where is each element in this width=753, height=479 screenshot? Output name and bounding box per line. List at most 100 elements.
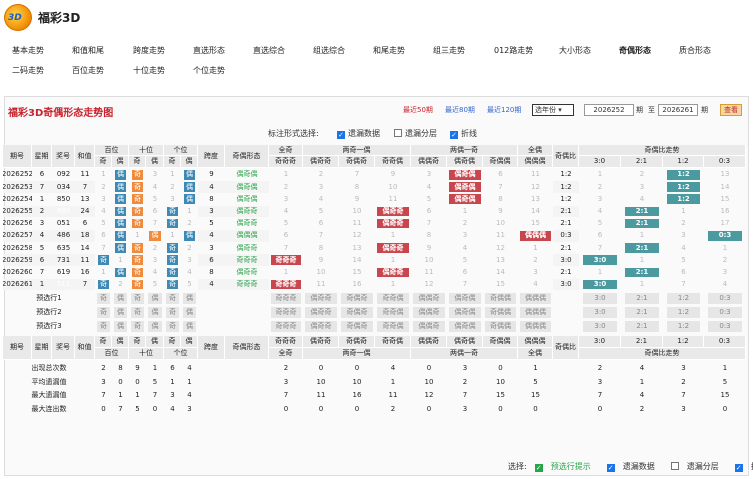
predict-cell[interactable]: 奇	[97, 307, 110, 318]
col-header-shi: 十位	[129, 145, 164, 156]
predict-cell[interactable]: 偶	[114, 293, 127, 304]
predict-cell[interactable]: 奇偶偶	[485, 321, 516, 332]
year-select[interactable]: 选年份 ▾	[532, 104, 574, 116]
nav-item[interactable]: 基本走势	[12, 45, 44, 56]
nav-item[interactable]: 跨度走势	[133, 45, 165, 56]
predict-cell[interactable]: 2:1	[625, 293, 659, 304]
col-header-issue[interactable]: 期号	[3, 145, 32, 168]
predict-cell[interactable]: 奇奇奇	[271, 307, 301, 318]
to-period-input[interactable]: 2026261	[658, 104, 698, 116]
predict-cell[interactable]: 1:2	[667, 307, 700, 318]
predict-cell[interactable]: 奇偶偶	[485, 293, 516, 304]
option-missing-data[interactable]: ✓ 遗漏数据	[337, 128, 380, 139]
table-cell: 3	[152, 170, 158, 179]
footer-option[interactable]: ✓ 预选行提示	[534, 462, 599, 472]
app-logo[interactable]: 3D	[4, 4, 32, 31]
predict-cell[interactable]: 2:1	[625, 321, 659, 332]
predict-cell[interactable]: 偶	[148, 293, 162, 304]
trend-table: 期号 星期 奖号 和值 百位 十位 个位奇偶奇偶奇偶跨度 奇偶形态 全奇 两奇一偶 两偶一奇 全偶 奇偶…	[3, 145, 748, 453]
recent-120-link[interactable]: 最近120期	[487, 105, 521, 115]
nav-item[interactable]: 和值和尾	[72, 45, 104, 56]
nav-item[interactable]: 个位走势	[193, 65, 225, 76]
predict-cell[interactable]: 偶偶偶	[520, 321, 551, 332]
recent-50-link[interactable]: 最近50期	[403, 105, 433, 115]
nav-item[interactable]: 组三走势	[433, 45, 465, 56]
nav-item[interactable]: 和尾走势	[373, 45, 405, 56]
option-missing-layer[interactable]: 遗漏分层	[394, 128, 437, 139]
nav-item[interactable]: 大小形态	[559, 45, 591, 56]
recent-80-link[interactable]: 最近80期	[445, 105, 475, 115]
predict-cell[interactable]: 奇	[166, 321, 179, 332]
predict-cell[interactable]: 奇偶奇	[341, 307, 373, 318]
predict-cell[interactable]: 偶偶奇	[413, 321, 445, 332]
predict-cell[interactable]: 0:3	[708, 307, 742, 318]
predict-cell[interactable]: 0:3	[708, 293, 742, 304]
predict-cell[interactable]: 奇	[131, 307, 144, 318]
predict-cell[interactable]: 偶奇偶	[449, 293, 481, 304]
from-period-input[interactable]: 2026252	[584, 104, 634, 116]
predict-cell[interactable]: 偶	[148, 321, 162, 332]
nav-item[interactable]: 十位走势	[133, 65, 165, 76]
predict-cell[interactable]: 奇偶奇	[341, 321, 373, 332]
option-line[interactable]: ✓ 折线	[450, 128, 477, 139]
predict-cell[interactable]: 偶奇偶	[449, 307, 481, 318]
footer-option[interactable]: 遗漏分层	[670, 462, 727, 471]
checkbox-icon[interactable]: ✓	[534, 464, 543, 472]
checkbox-icon[interactable]: ✓	[450, 131, 458, 139]
checkbox-icon[interactable]: ✓	[606, 464, 615, 472]
predict-cell[interactable]: 奇奇偶	[377, 307, 409, 318]
predict-cell[interactable]: 奇奇偶	[377, 293, 409, 304]
stats-cell	[198, 376, 225, 389]
checkbox-icon[interactable]	[670, 462, 679, 470]
predict-cell[interactable]: 奇偶奇	[341, 293, 373, 304]
predict-cell[interactable]: 偶奇奇	[305, 321, 337, 332]
nav-item[interactable]: 012路走势	[494, 45, 533, 56]
query-button[interactable]: 查看	[720, 104, 742, 116]
nav-item[interactable]: 质合形态	[679, 45, 711, 56]
predict-cell[interactable]: 偶偶奇	[413, 307, 445, 318]
predict-cell[interactable]: 2:1	[625, 307, 659, 318]
predict-cell[interactable]: 奇	[166, 307, 179, 318]
checkbox-icon[interactable]	[394, 129, 402, 137]
footer-option[interactable]: ✓折线	[734, 462, 753, 472]
predict-cell[interactable]: 奇奇奇	[271, 321, 301, 332]
predict-cell[interactable]: 偶	[114, 307, 127, 318]
stats-cell: 1	[390, 377, 396, 386]
table-cell: 4	[722, 280, 728, 289]
nav-item[interactable]: 奇偶形态	[619, 45, 651, 56]
predict-cell[interactable]: 偶	[183, 293, 196, 304]
predict-cell[interactable]: 偶奇奇	[305, 293, 337, 304]
predict-cell[interactable]: 奇奇奇	[271, 293, 301, 304]
checkbox-icon[interactable]: ✓	[734, 464, 743, 472]
predict-cell[interactable]: 0:3	[708, 321, 742, 332]
col-header-form-sub: 偶偶偶	[518, 156, 553, 168]
predict-cell[interactable]: 3:0	[583, 321, 617, 332]
predict-cell[interactable]: 偶	[148, 307, 162, 318]
checkbox-icon[interactable]: ✓	[337, 131, 345, 139]
nav-item[interactable]: 组选综合	[313, 45, 345, 56]
predict-cell[interactable]: 1:2	[667, 293, 700, 304]
predict-cell[interactable]: 偶	[114, 321, 127, 332]
predict-cell[interactable]: 奇奇偶	[377, 321, 409, 332]
predict-cell[interactable]: 偶偶偶	[520, 293, 551, 304]
predict-cell[interactable]: 1:2	[667, 321, 700, 332]
predict-cell[interactable]: 3:0	[583, 293, 617, 304]
nav-item[interactable]: 二码走势	[12, 65, 44, 76]
predict-cell[interactable]: 偶奇奇	[305, 307, 337, 318]
predict-cell[interactable]: 3:0	[583, 307, 617, 318]
predict-cell[interactable]: 奇	[97, 321, 110, 332]
predict-cell[interactable]: 偶	[183, 307, 196, 318]
nav-item[interactable]: 百位走势	[72, 65, 104, 76]
predict-cell[interactable]: 偶奇偶	[449, 321, 481, 332]
predict-cell[interactable]: 奇	[166, 293, 179, 304]
predict-cell[interactable]: 奇	[131, 293, 144, 304]
predict-cell[interactable]: 奇	[97, 293, 110, 304]
predict-cell[interactable]: 偶偶偶	[520, 307, 551, 318]
predict-cell[interactable]: 偶	[183, 321, 196, 332]
predict-cell[interactable]: 奇偶偶	[485, 307, 516, 318]
predict-cell[interactable]: 奇	[131, 321, 144, 332]
nav-item[interactable]: 直选综合	[253, 45, 285, 56]
nav-item[interactable]: 直选形态	[193, 45, 225, 56]
footer-option[interactable]: ✓ 遗漏数据	[606, 462, 663, 472]
predict-cell[interactable]: 偶偶奇	[413, 293, 445, 304]
